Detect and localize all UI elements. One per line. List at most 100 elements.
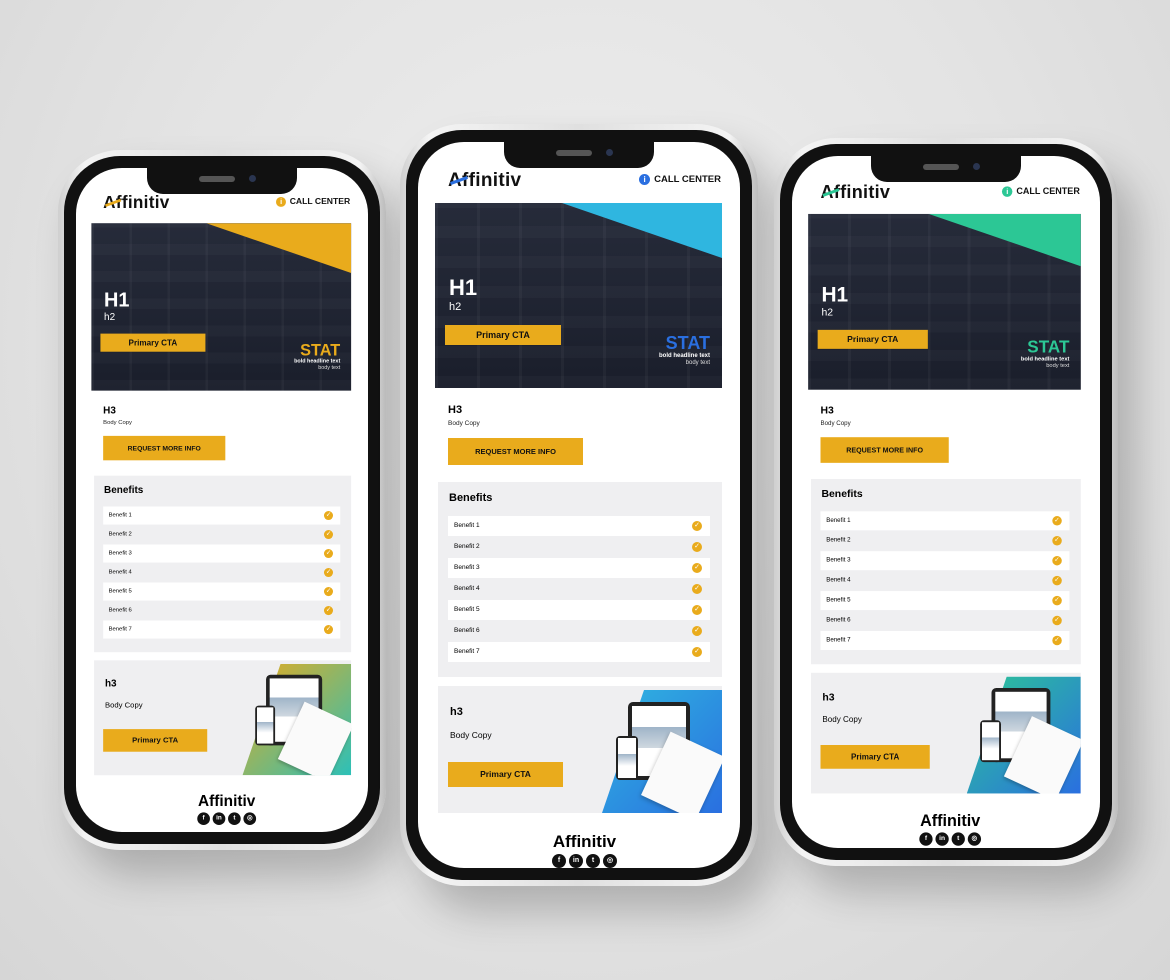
- phone-screen: Affinitiv i CALL CENTER H1 h2 Primary CTA…: [76, 168, 368, 832]
- notch: [147, 168, 297, 194]
- hero-h2: h2: [449, 301, 462, 313]
- accent-triangle: [562, 203, 722, 258]
- benefit-label: Benefit 4: [454, 585, 480, 592]
- benefit-row: Benefit 5 ✓: [103, 582, 341, 601]
- hero-primary-cta[interactable]: Primary CTA: [445, 325, 561, 345]
- stat-headline: bold headline text: [658, 353, 710, 359]
- benefit-row: Benefit 6 ✓: [103, 601, 340, 619]
- hero-h1: H1: [821, 282, 849, 307]
- benefit-row: Benefit 6 ✓: [448, 621, 710, 641]
- request-more-info-button[interactable]: REQUEST MORE INFO: [448, 438, 583, 465]
- benefit-label: Benefit 5: [108, 587, 132, 595]
- mobile-image: [255, 705, 276, 746]
- request-more-info-button[interactable]: REQUEST MORE INFO: [103, 435, 226, 461]
- promo-body: Body Copy: [104, 700, 143, 710]
- check-icon: ✓: [323, 510, 334, 521]
- phone-screen: Affinitiv i CALL CENTER H1 h2 Primary CTA…: [418, 142, 740, 868]
- linkedin-icon[interactable]: in: [935, 832, 949, 846]
- hero-primary-cta[interactable]: Primary CTA: [817, 329, 928, 349]
- instagram-icon[interactable]: ◎: [243, 812, 257, 826]
- linkedin-icon[interactable]: in: [569, 854, 583, 868]
- phone-screen: Affinitiv i CALL CENTER H1 h2 Primary CTA…: [792, 156, 1100, 848]
- affinitiv-logo[interactable]: Affinitiv: [821, 183, 891, 204]
- instagram-icon[interactable]: ◎: [603, 854, 617, 868]
- facebook-icon[interactable]: f: [197, 812, 210, 826]
- benefit-label: Benefit 6: [826, 616, 851, 624]
- benefit-row: Benefit 1 ✓: [103, 506, 341, 525]
- accent-triangle: [928, 213, 1081, 267]
- benefit-label: Benefit 2: [108, 530, 132, 538]
- benefit-label: Benefit 3: [826, 556, 851, 564]
- hero-primary-cta[interactable]: Primary CTA: [100, 333, 206, 352]
- phone-yellow: Affinitiv i CALL CENTER H1 h2 Primary CTA…: [58, 150, 386, 850]
- benefit-label: Benefit 1: [108, 511, 132, 519]
- notch: [871, 156, 1021, 182]
- benefit-label: Benefit 2: [826, 536, 851, 544]
- affinitiv-logo[interactable]: Affinitiv: [103, 193, 169, 213]
- check-icon: ✓: [323, 549, 334, 559]
- intro-h3: H3: [448, 404, 463, 416]
- twitter-icon[interactable]: t: [586, 854, 600, 868]
- call-center-link[interactable]: i CALL CENTER: [1002, 186, 1080, 197]
- benefits-panel: Benefits Benefit 1 ✓ Benefit 2 ✓ Benefit 3 ✓ Be…: [811, 479, 1081, 665]
- check-icon: ✓: [1052, 555, 1062, 566]
- social-links: f in t ◎: [76, 812, 368, 826]
- check-icon: ✓: [692, 542, 702, 552]
- promo-panel: h3 Body Copy Primary CTA: [811, 672, 1081, 794]
- promo-body: Body Copy: [822, 714, 862, 725]
- promo-primary-cta[interactable]: Primary CTA: [448, 762, 563, 787]
- phone-bezel: Affinitiv i CALL CENTER H1 h2 Primary CTA…: [406, 130, 752, 880]
- info-icon: i: [1002, 186, 1013, 197]
- call-center-link[interactable]: i CALL CENTER: [639, 174, 721, 185]
- twitter-icon[interactable]: t: [228, 812, 241, 826]
- facebook-icon[interactable]: f: [552, 854, 566, 868]
- hero-h1: H1: [104, 288, 130, 311]
- check-icon: ✓: [323, 568, 334, 578]
- social-links: f in t ◎: [418, 854, 740, 868]
- footer-logo[interactable]: Affinitiv: [418, 832, 740, 852]
- intro-h3: H3: [820, 404, 834, 417]
- promo-primary-cta[interactable]: Primary CTA: [103, 729, 208, 752]
- benefit-label: Benefit 7: [826, 636, 851, 644]
- phone-bezel: Affinitiv i CALL CENTER H1 h2 Primary CTA…: [780, 144, 1112, 860]
- promo-h3: h3: [104, 678, 117, 690]
- check-icon: ✓: [692, 563, 702, 573]
- benefits-title: Benefits: [821, 488, 863, 500]
- hero-banner: H1 h2 Primary CTA STAT bold headline tex…: [808, 213, 1081, 390]
- hero-h2: h2: [821, 307, 834, 319]
- affinitiv-logo[interactable]: Affinitiv: [448, 170, 521, 192]
- hero-banner: H1 h2 Primary CTA STAT bold headline tex…: [435, 203, 722, 388]
- benefit-label: Benefit 4: [108, 568, 132, 576]
- stat-headline: bold headline text: [294, 358, 341, 365]
- benefits-panel: Benefits Benefit 1 ✓ Benefit 2 ✓ Benefit 3 ✓ Be…: [94, 475, 352, 653]
- request-more-info-button[interactable]: REQUEST MORE INFO: [820, 437, 949, 463]
- linkedin-icon[interactable]: in: [212, 812, 226, 826]
- benefit-label: Benefit 6: [108, 606, 132, 614]
- mobile-image: [616, 736, 638, 780]
- benefit-row: Benefit 6 ✓: [821, 611, 1070, 630]
- facebook-icon[interactable]: f: [919, 832, 933, 846]
- instagram-icon[interactable]: ◎: [967, 832, 982, 846]
- footer-logo[interactable]: Affinitiv: [76, 792, 368, 810]
- benefit-label: Benefit 5: [454, 606, 480, 613]
- benefits-panel: Benefits Benefit 1 ✓ Benefit 2 ✓ Benefit 3 ✓ Be…: [438, 482, 722, 677]
- benefit-label: Benefit 5: [826, 596, 851, 604]
- promo-primary-cta[interactable]: Primary CTA: [820, 745, 930, 769]
- call-center-link[interactable]: i CALL CENTER: [276, 196, 350, 207]
- check-icon: ✓: [1052, 595, 1062, 606]
- footer-logo[interactable]: Affinitiv: [792, 812, 1100, 831]
- benefit-row: Benefit 5 ✓: [448, 600, 710, 620]
- benefit-label: Benefit 7: [454, 648, 480, 655]
- intro-body: Body Copy: [820, 420, 851, 427]
- benefit-row: Benefit 4 ✓: [448, 579, 710, 599]
- stat-value: STAT: [665, 333, 710, 353]
- phone-green: Affinitiv i CALL CENTER H1 h2 Primary CTA…: [774, 138, 1118, 866]
- hero-h1: H1: [449, 275, 478, 300]
- call-center-label: CALL CENTER: [654, 174, 721, 185]
- phone-bezel: Affinitiv i CALL CENTER H1 h2 Primary CTA…: [64, 156, 380, 844]
- benefits-title: Benefits: [104, 484, 144, 496]
- twitter-icon[interactable]: t: [951, 832, 965, 846]
- intro-body: Body Copy: [448, 420, 480, 427]
- stat-body: body text: [685, 360, 710, 366]
- hero-h2: h2: [104, 311, 116, 323]
